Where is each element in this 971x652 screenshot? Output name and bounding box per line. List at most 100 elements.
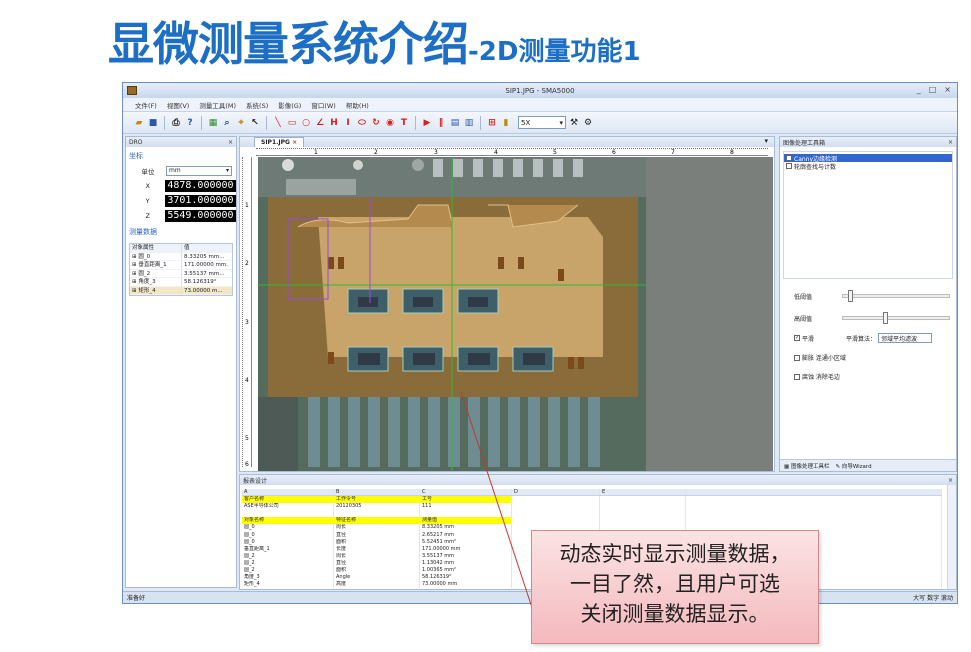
app-icon	[127, 86, 137, 95]
table-row: 对象名称 特征名称 测量值	[242, 517, 942, 525]
crosshair-icon[interactable]: ⊞	[486, 117, 498, 129]
app-window: SIP1.JPG - SMA5000 _ □ × 文件(F) 视图(V) 测量工…	[122, 82, 958, 604]
menu-image[interactable]: 影像(G)	[278, 100, 301, 110]
report-icon[interactable]: ▥	[463, 117, 475, 129]
vertical-ruler: 1 2 3 4 5 6	[242, 157, 252, 468]
zoom-select[interactable]: 5X ▾	[518, 116, 566, 129]
tab-wizard[interactable]: ✎ 向导Wizard	[835, 462, 871, 470]
measurement-table: 对象属性值 ⊞ 圆_0 8.33205 mm... ⊞ 垂直距离_1 171.000…	[129, 243, 233, 296]
contour-option[interactable]: 轮廓查找与计数	[784, 162, 952, 171]
chevron-down-icon[interactable]: ▾	[764, 137, 768, 145]
unit-value: mm	[169, 167, 181, 174]
low-threshold-slider[interactable]	[842, 290, 951, 302]
slide-title: 显微测量系统介绍-2D测量功能1	[108, 8, 641, 71]
image-document: SIP1.JPG × ▾ 1 2 3 4 5 6 7 8 1 2 3 4 5 6	[239, 136, 775, 472]
low-threshold-label: 低阈值	[794, 293, 813, 301]
menu-measure-tools[interactable]: 测量工具(M)	[199, 100, 236, 110]
close-button[interactable]: ×	[944, 85, 951, 94]
high-threshold-slider[interactable]	[842, 312, 951, 324]
menu-system[interactable]: 系统(S)	[246, 100, 268, 110]
maximize-button[interactable]: □	[929, 85, 937, 94]
title-bar: SIP1.JPG - SMA5000 _ □ ×	[123, 83, 957, 98]
print-icon[interactable]: ⎙	[170, 117, 182, 129]
calibrate-icon[interactable]: ⚙	[582, 117, 594, 129]
slider-thumb[interactable]	[883, 312, 889, 324]
ruler-icon[interactable]: ▮	[500, 117, 512, 129]
table-row: ASE半导体公司 20120305 111	[242, 503, 942, 511]
table-row[interactable]: ⊞ 圆_0 8.33205 mm...	[130, 252, 232, 261]
table-row[interactable]: ⊞ 矩形_4 73.00000 m...	[130, 286, 232, 295]
table-row[interactable]: ⊞ 圆_2 3.55137 mm...	[130, 269, 232, 278]
open-icon[interactable]: ▰	[133, 117, 145, 129]
smooth-label: 平滑	[802, 335, 815, 343]
horizontal-ruler: 1 2 3 4 5 6 7 8	[256, 148, 768, 156]
menu-help[interactable]: 帮助(H)	[346, 100, 369, 110]
tab-sip1[interactable]: SIP1.JPG ×	[254, 137, 305, 147]
panel-header: 图像处理工具箱	[783, 139, 826, 147]
erode-label: 腐蚀 消除毛边	[802, 374, 840, 381]
table-row[interactable]: ⊞ 垂直距离_1 171.00000 mm.	[130, 261, 232, 270]
x-label: X	[145, 181, 150, 190]
slider-thumb[interactable]	[848, 290, 854, 302]
status-indicators: 大写 数字 滚动	[913, 595, 953, 602]
report-header: 报表设计	[243, 477, 268, 485]
dro-header: DRO	[129, 138, 143, 146]
menu-window[interactable]: 窗口(W)	[311, 100, 336, 110]
close-icon[interactable]: ×	[292, 139, 297, 146]
help-icon[interactable]: ?	[184, 117, 196, 129]
pointer-icon[interactable]: ↖	[249, 117, 261, 129]
x-readout: 4878.000000	[165, 179, 236, 192]
table-row: 客户名称 工作令号 工号	[242, 496, 942, 504]
callout-line-1: 动态实时显示测量数据，	[559, 542, 791, 566]
tab-image-toolbar[interactable]: ▦ 图像处理工具栏	[784, 462, 829, 470]
callout-box: 动态实时显示测量数据， 一目了然，且用户可选 关闭测量数据显示。	[531, 530, 819, 644]
contour-checkbox[interactable]	[786, 163, 792, 169]
arc-tool-icon[interactable]: ↻	[370, 117, 382, 129]
zoom-icon[interactable]: ⌕	[221, 117, 233, 129]
grid-icon[interactable]: ▦	[207, 117, 219, 129]
doc-tab-bar: SIP1.JPG × ▾	[240, 137, 774, 147]
window-title: SIP1.JPG - SMA5000	[505, 86, 575, 95]
menu-view[interactable]: 视图(V)	[167, 100, 190, 110]
point-tool-icon[interactable]: ◉	[384, 117, 396, 129]
image-processing-panel: 图像处理工具箱 × Canny边缘检测 轮廓查找与计数 低阈值 高阈值 ✓ 平滑 平…	[779, 136, 957, 472]
wrench-icon[interactable]: ⚒	[568, 117, 580, 129]
toolbar: ▰ ■ ⎙ ? ▦ ⌕ ⌖ ↖ ╲ ▭ ○ ∠ H I ⬭ ↻ ◉ T ▶ ‖ …	[123, 112, 957, 134]
ellipse-tool-icon[interactable]: ⬭	[356, 117, 368, 129]
unit-select[interactable]: mm ▾	[166, 165, 232, 176]
minimize-button[interactable]: _	[917, 85, 921, 94]
smooth-checkbox[interactable]: ✓	[794, 335, 800, 341]
angle-tool-icon[interactable]: ∠	[314, 117, 326, 129]
status-text: 准备好	[127, 595, 146, 602]
z-readout: 5549.000000	[165, 209, 236, 222]
table-row	[242, 510, 942, 518]
erode-checkbox[interactable]	[794, 373, 800, 380]
callout-line-2: 一目了然，且用户可选	[570, 572, 780, 596]
dilate-checkbox[interactable]	[794, 354, 800, 361]
meas-section-title: 测量数据	[129, 228, 157, 236]
menu-bar: 文件(F) 视图(V) 测量工具(M) 系统(S) 影像(G) 窗口(W) 帮助…	[123, 98, 957, 112]
canny-checkbox[interactable]	[786, 155, 792, 161]
close-icon[interactable]: ×	[228, 139, 233, 146]
select-icon[interactable]: ⌖	[235, 117, 247, 129]
line-tool-icon[interactable]: ╲	[272, 117, 284, 129]
chevron-down-icon: ▾	[225, 167, 229, 174]
distance-tool-icon[interactable]: H	[328, 117, 340, 129]
pause-icon[interactable]: ‖	[435, 117, 447, 129]
save-icon[interactable]: ■	[147, 117, 159, 129]
table-row[interactable]: ⊞ 角度_3 58.126319°	[130, 278, 232, 287]
y-readout: 3701.000000	[165, 194, 236, 207]
rect-tool-icon[interactable]: ▭	[286, 117, 298, 129]
report-scrollbar[interactable]	[947, 485, 956, 589]
microscope-image[interactable]	[258, 157, 773, 471]
capture-icon[interactable]: ▤	[449, 117, 461, 129]
circle-tool-icon[interactable]: ○	[300, 117, 312, 129]
play-icon[interactable]: ▶	[421, 117, 433, 129]
close-icon[interactable]: ×	[948, 477, 953, 484]
vertical-tool-icon[interactable]: I	[342, 117, 354, 129]
col-value: 值	[184, 245, 190, 251]
smooth-algo-select[interactable]: 邻域平均滤波	[878, 333, 933, 343]
menu-file[interactable]: 文件(F)	[135, 100, 157, 110]
close-icon[interactable]: ×	[948, 139, 953, 146]
text-tool-icon[interactable]: T	[398, 117, 410, 129]
